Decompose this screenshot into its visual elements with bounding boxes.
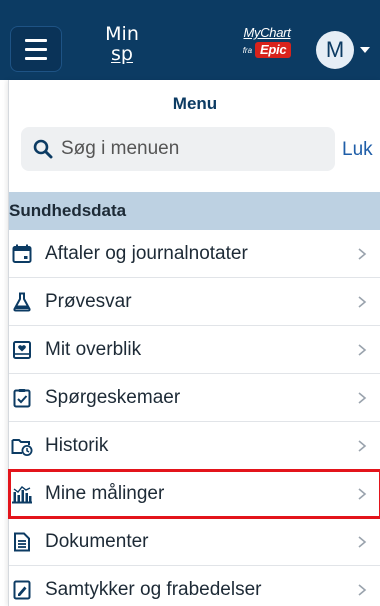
menu-item-label: Mit overblik <box>45 338 142 360</box>
calendar-icon <box>11 243 33 265</box>
chevron-right-icon <box>358 295 367 308</box>
menu-item-mit-overblik[interactable]: Mit overblik <box>9 326 380 374</box>
hamburger-icon-bar <box>25 38 47 42</box>
chevron-right-icon <box>358 583 367 596</box>
menu-item-label: Prøvesvar <box>45 290 132 312</box>
menu-item-label: Spørgeskemaer <box>45 386 181 408</box>
top-header: Min sp MyChart fra Epic M <box>0 0 380 80</box>
menu-item-sporgeskemaer[interactable]: Spørgeskemaer <box>9 374 380 422</box>
chevron-right-icon <box>358 391 367 404</box>
signed-document-icon <box>11 579 33 601</box>
menu-item-mine-malinger[interactable]: Mine målinger <box>8 469 380 519</box>
chevron-right-icon <box>358 487 367 500</box>
epic-badge: Epic <box>255 42 292 58</box>
flask-icon <box>11 291 33 313</box>
chevron-down-icon <box>360 47 370 53</box>
folder-clock-icon <box>11 435 33 457</box>
document-icon <box>11 531 33 553</box>
section-header-sundhedsdata: Sundhedsdata <box>9 192 380 230</box>
menu-item-label: Aftaler og journalnotater <box>45 242 248 264</box>
menu-item-label: Samtykker og frabedelser <box>45 578 262 600</box>
search-box[interactable] <box>21 127 335 171</box>
hamburger-icon-bar <box>25 56 47 60</box>
fra-text: fra <box>242 45 253 55</box>
close-menu-link[interactable]: Luk <box>342 139 373 161</box>
menu-item-samtykker[interactable]: Samtykker og frabedelser <box>9 566 380 606</box>
chevron-right-icon <box>358 247 367 260</box>
min-sp-logo[interactable]: Min sp <box>98 24 146 64</box>
logo-line-1: Min <box>105 23 139 45</box>
chevron-right-icon <box>358 343 367 356</box>
menu-item-dokumenter[interactable]: Dokumenter <box>9 518 380 566</box>
mychart-epic-logo: MyChart fra Epic <box>232 26 302 58</box>
menu-item-historik[interactable]: Historik <box>9 422 380 470</box>
menu-title: Menu <box>172 94 218 113</box>
menu-item-label: Dokumenter <box>45 530 149 552</box>
menu-item-label: Mine målinger <box>45 482 165 504</box>
menu-item-label: Historik <box>45 434 109 456</box>
chevron-right-icon <box>358 535 367 548</box>
menu-toggle-button[interactable] <box>10 26 62 72</box>
logo-line-2: sp <box>111 43 133 65</box>
search-icon <box>33 139 53 159</box>
chart-bars-icon <box>11 483 33 505</box>
hamburger-icon-bar <box>25 47 47 51</box>
mychart-text: MyChart <box>243 25 291 40</box>
section-title: Sundhedsdata <box>9 201 127 220</box>
menu-item-aftaler[interactable]: Aftaler og journalnotater <box>9 230 380 278</box>
search-input[interactable] <box>61 138 321 160</box>
account-menu-button[interactable]: M <box>316 28 380 72</box>
chevron-right-icon <box>358 439 367 452</box>
heart-card-icon <box>11 339 33 361</box>
menu-panel: Menu Luk Sundhedsdata Aftaler og journal… <box>8 80 380 606</box>
clipboard-check-icon <box>11 387 33 409</box>
avatar: M <box>316 31 354 69</box>
menu-item-provesvar[interactable]: Prøvesvar <box>9 278 380 326</box>
